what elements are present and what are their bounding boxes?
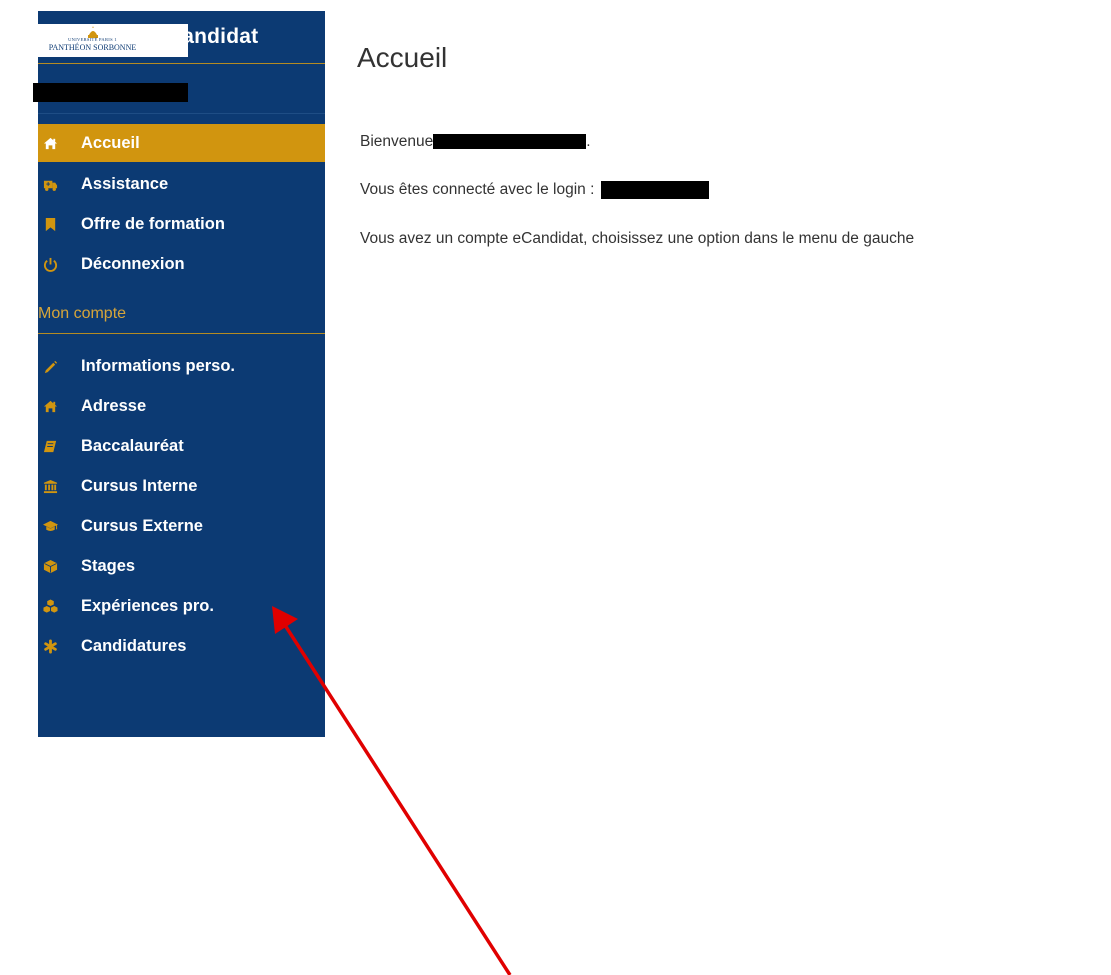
section-label-mon-compte: Mon compte: [38, 305, 127, 322]
menu-item-baccalaureat[interactable]: Baccalauréat: [38, 427, 325, 465]
menu-item-label: Cursus Externe: [81, 516, 203, 535]
menu-item-experiences-pro[interactable]: Expériences pro.: [38, 587, 325, 625]
menu-item-accueil[interactable]: Accueil: [38, 124, 325, 162]
sidebar: UNIVERSITÉ PARIS 1 PANTHÉON SORBONNE eCa…: [33, 11, 325, 737]
divider: [38, 333, 325, 334]
asterisk-icon: [41, 637, 59, 655]
home-icon: [41, 134, 59, 152]
graduation-cap-icon: [41, 517, 59, 535]
welcome-suffix: .: [586, 133, 591, 150]
menu-item-label: Adresse: [81, 396, 147, 415]
menu-item-label: Assistance: [81, 174, 169, 193]
menu-item-adresse[interactable]: Adresse: [38, 387, 325, 425]
logo-top-text: UNIVERSITÉ PARIS 1: [68, 37, 117, 42]
home-icon: [41, 397, 59, 415]
welcome-message: Bienvenue.: [360, 133, 591, 151]
menu-item-label: Expériences pro.: [81, 596, 214, 615]
menu-item-label: Informations perso.: [81, 356, 236, 375]
menu-item-cursus-externe[interactable]: Cursus Externe: [38, 507, 325, 545]
divider: [38, 113, 325, 114]
menu-item-label: Cursus Interne: [81, 476, 198, 495]
login-text: Vous êtes connecté avec le login :: [360, 181, 595, 199]
menu-item-label: Candidatures: [81, 636, 187, 655]
welcome-prefix: Bienvenue: [360, 133, 434, 150]
page-title: Accueil: [357, 42, 448, 73]
cubes-icon: [41, 597, 59, 615]
menu-item-label: Offre de formation: [81, 214, 225, 233]
menu-item-label: Stages: [81, 556, 136, 575]
info-message: Vous avez un compte eCandidat, choisisse…: [360, 230, 915, 247]
menu-item-assistance[interactable]: Assistance: [38, 165, 325, 203]
menu-item-cursus-interne[interactable]: Cursus Interne: [38, 467, 325, 505]
user-name-redacted: [433, 134, 587, 150]
login-message: Vous êtes connecté avec le login :: [360, 181, 709, 199]
menu-item-offre-de-formation[interactable]: Offre de formation: [38, 205, 325, 243]
menu-item-label: Baccalauréat: [81, 436, 184, 455]
app-title[interactable]: eCandidat: [155, 25, 258, 49]
user-name-redacted: [33, 83, 188, 102]
book-icon: [41, 437, 59, 455]
logo-bottom-text: PANTHÉON SORBONNE: [48, 43, 137, 52]
login-redacted: [600, 181, 709, 199]
menu-item-informations-perso[interactable]: Informations perso.: [38, 347, 325, 385]
power-icon: [41, 255, 59, 273]
menu-item-deconnexion[interactable]: Déconnexion: [38, 245, 325, 283]
menu-item-candidatures[interactable]: Candidatures: [38, 627, 325, 665]
menu-item-stages[interactable]: Stages: [38, 547, 325, 585]
cube-icon: [41, 557, 59, 575]
ambulance-icon: [41, 175, 59, 193]
menu-item-label: Déconnexion: [81, 254, 185, 273]
institution-icon: [41, 477, 59, 495]
divider: [38, 63, 325, 64]
brand-header: UNIVERSITÉ PARIS 1 PANTHÉON SORBONNE eCa…: [36, 11, 325, 63]
bookmark-icon: [41, 215, 59, 233]
menu-item-label: Accueil: [81, 133, 140, 152]
pencil-icon: [41, 357, 59, 375]
